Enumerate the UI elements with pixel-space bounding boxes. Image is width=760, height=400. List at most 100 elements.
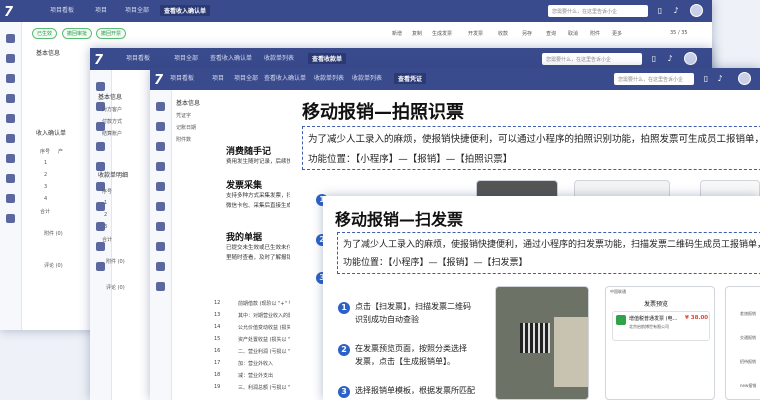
section-basic-info: 基本信息 — [36, 50, 61, 57]
nav-project-all[interactable]: 项目全部 — [234, 73, 258, 82]
field-label-voucher-word: 凭证字 — [176, 113, 192, 119]
invoice-thumb-icon — [616, 315, 626, 325]
phone-icon[interactable]: ▯ — [650, 54, 658, 64]
tab-view-income-confirmation[interactable]: 查看收入确认单 — [160, 5, 211, 16]
toolbar-attachment[interactable]: 附件 — [590, 30, 600, 37]
comment-section[interactable]: 评论 (0) — [106, 284, 125, 291]
template-item[interactable]: new报销 — [740, 383, 756, 389]
sidebar-icon-settings[interactable] — [156, 222, 165, 231]
sidebar-icon-doc[interactable] — [6, 134, 15, 143]
step-number: 3 — [338, 386, 350, 398]
sidebar-icon-chart[interactable] — [156, 242, 165, 251]
invoice-card[interactable]: 增值税普通发票 (电… ¥ 38.00 北京启航博世有限公司 — [612, 311, 710, 341]
nav-receipt-list[interactable]: 收款单列表 — [264, 53, 294, 62]
sidebar-icon-list[interactable] — [6, 94, 15, 103]
sidebar-icon-doc[interactable] — [156, 202, 165, 211]
field-label-attach-count: 附件数 — [176, 137, 192, 143]
comment-section[interactable]: 评论 (0) — [44, 262, 63, 269]
search-input[interactable]: 您需要什么，在这里告诉小企 — [542, 53, 642, 65]
field-label-customer: 对方客户 — [102, 107, 123, 113]
sidebar-icon-tag[interactable] — [156, 142, 165, 151]
nav-receipt-list[interactable]: 收款单列表 — [314, 73, 344, 82]
sidebar-icon-folder[interactable] — [156, 122, 165, 131]
toolbar-generate-invoice[interactable]: 生成发票 — [432, 30, 452, 37]
table-row: 16 — [214, 348, 221, 354]
sidebar-icon-user[interactable] — [96, 242, 105, 251]
template-item[interactable]: 交通报销 — [740, 335, 756, 341]
phone-icon[interactable]: ▯ — [702, 74, 710, 84]
template-item[interactable]: 差旅报销 — [740, 311, 756, 317]
sidebar-icon-home[interactable] — [96, 82, 105, 91]
nav-project[interactable]: 项目 — [95, 5, 107, 14]
search-input[interactable]: 您需要什么，在这里告诉小企 — [614, 73, 694, 85]
sidebar-icon-user[interactable] — [156, 262, 165, 271]
function-location: 功能位置：【小程序】—【报销】—【扫发票】 — [343, 258, 528, 268]
nav-view-income[interactable]: 查看收入确认单 — [210, 53, 252, 62]
nav-project[interactable]: 项目 — [212, 73, 224, 82]
bell-icon[interactable]: ♪ — [716, 74, 724, 84]
sidebar-icon-home[interactable] — [156, 102, 165, 111]
sidebar-icon-settings[interactable] — [6, 154, 15, 163]
avatar[interactable] — [690, 4, 703, 17]
table-row: 加：营业外收入 — [238, 361, 274, 367]
attachment-section[interactable]: 附件 (0) — [106, 258, 125, 265]
search-input[interactable]: 您需要什么，在这里告诉小企 — [548, 5, 648, 17]
table-row: 公允价值变动收益 (损失以 — [238, 325, 297, 331]
nav-receipt-list-2[interactable]: 收款单列表 — [352, 73, 382, 82]
nav-project-all[interactable]: 项目全部 — [174, 53, 198, 62]
function-location: 功能位置：【小程序】—【报销】—【拍照识票】 — [308, 154, 513, 165]
toolbar-cancel[interactable]: 取消 — [568, 30, 578, 37]
table-row: 17 — [214, 360, 221, 366]
withdraw-invoice-button[interactable]: 撤回开票 — [96, 28, 127, 39]
nav-project-board[interactable]: 项目看板 — [50, 5, 74, 14]
table-row: 其中：对期营业收入的影响 — [238, 313, 299, 319]
invoice-name: 增值税普通发票 (电… — [629, 316, 678, 322]
avatar[interactable] — [684, 52, 697, 65]
nav-project-all[interactable]: 项目全部 — [125, 5, 149, 14]
sidebar-icon-folder[interactable] — [6, 54, 15, 63]
toolbar-more[interactable]: 更多 — [612, 30, 622, 37]
sidebar-icon-tag[interactable] — [6, 74, 15, 83]
tab-view-voucher[interactable]: 查看凭证 — [394, 73, 427, 84]
table-row: 12 — [214, 300, 221, 306]
table-row: 2 — [104, 212, 108, 218]
sidebar-icon-user[interactable] — [6, 194, 15, 203]
phone-invoice-preview: 中国联通 发票预览 增值税普通发票 (电… ¥ 38.00 北京启航博世有限公司 — [605, 286, 715, 400]
section-income-list: 收入确认单 — [36, 130, 67, 137]
nav-view-income[interactable]: 查看收入确认单 — [264, 73, 306, 82]
section-basic-info: 基本信息 — [98, 94, 123, 101]
avatar[interactable] — [738, 72, 751, 85]
nav-project-board[interactable]: 项目看板 — [170, 73, 194, 82]
invoice-company: 北京启航博世有限公司 — [629, 324, 669, 329]
step-number: 1 — [338, 302, 350, 314]
sidebar-icon-list[interactable] — [96, 142, 105, 151]
sidebar-icon-tools[interactable] — [156, 282, 165, 291]
toolbar-save-as[interactable]: 另存 — [522, 30, 532, 37]
sidebar-icon-grid[interactable] — [156, 182, 165, 191]
toolbar-issue-invoice[interactable]: 开发票 — [468, 30, 483, 37]
slide-scan-invoice: 移动报销—扫发票 为了减少人工录入的麻烦，使报销快捷便利，通过小程序的扫发票功能… — [323, 196, 760, 400]
toolbar-copy[interactable]: 复制 — [412, 30, 422, 37]
total-label: 合计 — [102, 237, 113, 243]
tab-view-receipt[interactable]: 查看收款单 — [308, 53, 347, 64]
sidebar-icon-grid[interactable] — [6, 114, 15, 123]
phone-status-carrier: 中国联通 — [610, 289, 626, 294]
phone-icon[interactable]: ▯ — [656, 6, 664, 16]
sidebar-icon-tools[interactable] — [6, 214, 15, 223]
bell-icon[interactable]: ♪ — [666, 54, 674, 64]
sidebar-icon-home[interactable] — [6, 34, 15, 43]
toolbar-new[interactable]: 新增 — [392, 30, 402, 37]
phone-scan-camera — [495, 286, 589, 400]
description-text: 为了减少人工录入的麻烦，使报销快捷便利，可以通过小程序的拍照识别功能，拍照发票可… — [308, 134, 760, 145]
bell-icon[interactable]: ♪ — [672, 6, 680, 16]
nav-project-board[interactable]: 项目看板 — [126, 53, 150, 62]
attachment-section[interactable]: 附件 (0) — [44, 230, 63, 237]
toolbar-receive[interactable]: 收款 — [498, 30, 508, 37]
sidebar-icon-chart[interactable] — [6, 174, 15, 183]
toolbar-query[interactable]: 查询 — [546, 30, 556, 37]
withdraw-approval-button[interactable]: 撤回审批 — [62, 28, 93, 39]
sidebar-icon-list[interactable] — [156, 162, 165, 171]
phone-title: 发票预览 — [644, 301, 669, 308]
template-item[interactable]: 招待报销 — [740, 359, 756, 365]
sidebar-icon-tools[interactable] — [96, 262, 105, 271]
